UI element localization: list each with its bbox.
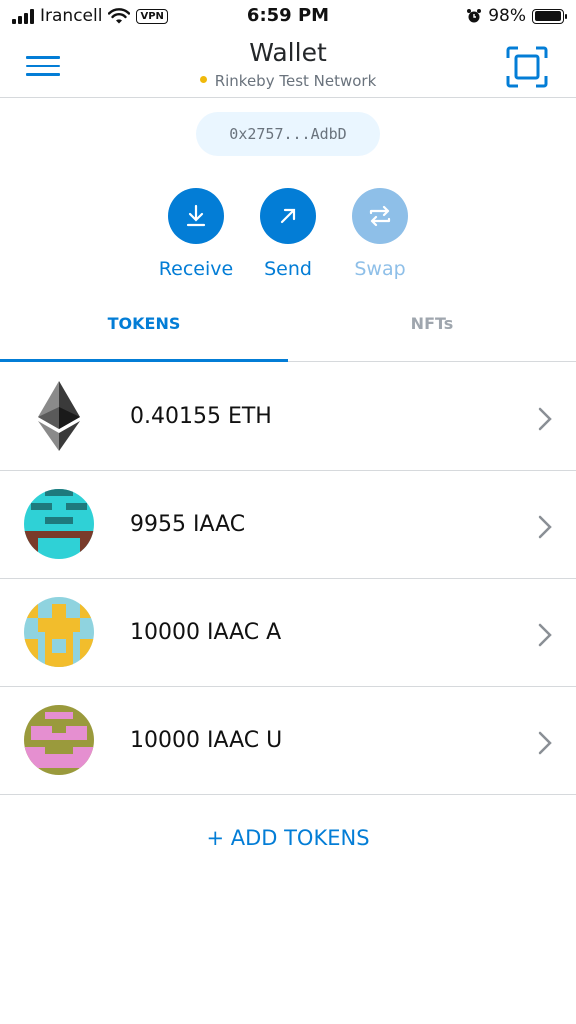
active-tab-indicator (0, 359, 288, 362)
send-icon (260, 188, 316, 244)
status-right: 98% (466, 6, 567, 26)
chevron-right-icon (538, 731, 552, 755)
status-bar: Irancell VPN 6:59 PM 98% (0, 0, 576, 34)
send-label: Send (264, 258, 312, 280)
iaac-identicon-icon (24, 489, 94, 559)
battery-fill (534, 11, 561, 21)
token-row-eth[interactable]: 0.40155 ETH (0, 363, 576, 471)
network-status-dot (199, 76, 207, 83)
wallet-actions: Receive Send Swap (0, 188, 576, 288)
token-list: 0.40155 ETH 9955 IAAC 10000 IAAC A 10000… (0, 363, 576, 795)
token-row-iaac-a[interactable]: 10000 IAAC A (0, 579, 576, 687)
chevron-right-icon (538, 515, 552, 539)
qr-scan-icon[interactable] (506, 46, 548, 88)
alarm-icon (467, 9, 482, 23)
swap-icon (352, 188, 408, 244)
battery-icon (532, 8, 567, 24)
tab-tokens[interactable]: TOKENS (0, 304, 288, 362)
app-header: Wallet Rinkeby Test Network (0, 34, 576, 98)
add-tokens-link[interactable]: + ADD TOKENS (0, 826, 576, 850)
token-row-iaac-u[interactable]: 10000 IAAC U (0, 687, 576, 795)
battery-percent: 98% (488, 6, 526, 26)
page-title: Wallet (249, 38, 327, 67)
account-address-pill[interactable]: 0x2757...AdbD (196, 112, 380, 156)
token-row-iaac[interactable]: 9955 IAAC (0, 471, 576, 579)
swap-button[interactable]: Swap (330, 188, 430, 280)
iaac-u-identicon-icon (24, 705, 94, 775)
token-balance: 10000 IAAC U (130, 728, 283, 753)
chevron-right-icon (538, 407, 552, 431)
send-button[interactable]: Send (238, 188, 338, 280)
iaac-a-identicon-icon (24, 597, 94, 667)
tab-nfts[interactable]: NFTs (288, 304, 576, 362)
swap-label: Swap (354, 258, 406, 280)
receive-button[interactable]: Receive (146, 188, 246, 280)
receive-label: Receive (158, 258, 234, 280)
ethereum-logo-icon (38, 381, 80, 451)
token-balance: 10000 IAAC A (130, 620, 282, 645)
chevron-right-icon (538, 623, 552, 647)
token-balance: 9955 IAAC (130, 512, 246, 537)
asset-tabs: TOKENS NFTs (0, 304, 576, 362)
tab-tokens-label: TOKENS (107, 314, 181, 333)
token-balance: 0.40155 ETH (130, 404, 272, 429)
tab-nfts-label: NFTs (410, 314, 454, 333)
receive-icon (168, 188, 224, 244)
network-indicator[interactable]: Rinkeby Test Network (0, 72, 576, 90)
network-name: Rinkeby Test Network (214, 72, 377, 90)
